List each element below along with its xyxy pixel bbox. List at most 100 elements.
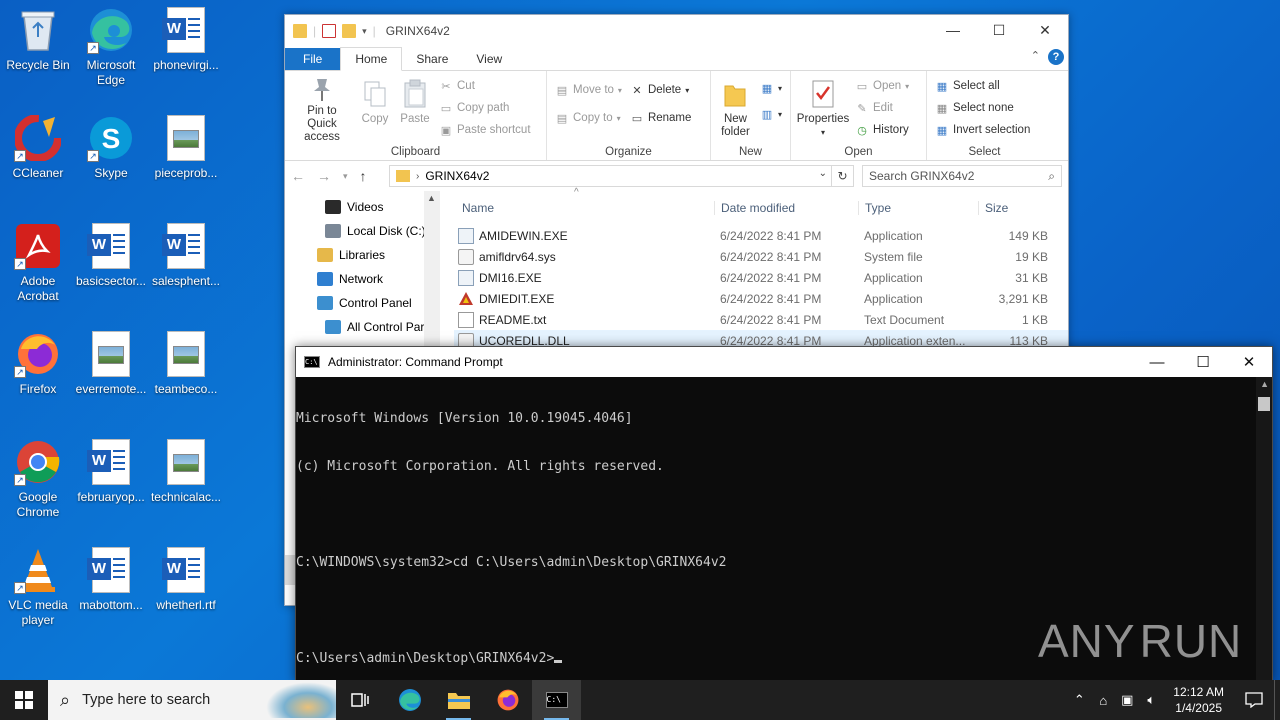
nav-item-videos[interactable]: Videos [285, 195, 440, 219]
maximize-button[interactable]: ☐ [976, 15, 1022, 45]
select-all-button[interactable]: ▦ Select all [935, 77, 1030, 95]
desktop-icon-image-doc[interactable]: everremote... [73, 330, 149, 397]
nav-item-network[interactable]: Network [285, 267, 440, 291]
copy-path-button[interactable]: ▭ Copy path [439, 99, 531, 117]
back-arrow-icon[interactable]: ← [291, 168, 305, 184]
desktop-icon-word-doc[interactable]: W phonevirgi... [148, 6, 224, 73]
desktop-icon-image-doc[interactable]: teambeco... [148, 330, 224, 397]
desktop-icon-vlc[interactable]: ↗ VLC media player [0, 546, 76, 628]
refresh-icon[interactable]: ↻ [831, 166, 853, 186]
tab-view[interactable]: View [462, 48, 516, 70]
desktop-icon-word-doc[interactable]: W whetherl.rtf [148, 546, 224, 613]
forward-arrow-icon[interactable]: → [317, 168, 331, 184]
search-input[interactable]: Search GRINX64v2 ⌕ [862, 165, 1062, 187]
start-button[interactable] [0, 680, 48, 720]
desktop-icon-word-doc[interactable]: W februaryop... [73, 438, 149, 505]
desktop-icon-word-doc[interactable]: W basicsector... [73, 222, 149, 289]
file-row[interactable]: AMIDEWIN.EXE 6/24/2022 8:41 PM Applicati… [454, 225, 1068, 246]
minimize-button[interactable]: — [930, 15, 976, 45]
tab-home[interactable]: Home [340, 47, 403, 71]
maximize-button[interactable]: ☐ [1180, 347, 1226, 377]
edit-button[interactable]: ✎ Edit [855, 99, 909, 117]
recent-locations-icon[interactable]: ▾ [343, 168, 348, 184]
new-item-button[interactable]: ▦ ▾ [760, 79, 782, 97]
taskbar-command-prompt-button[interactable]: C:\ [532, 680, 581, 720]
collapse-ribbon-icon[interactable]: ⌃ [1031, 49, 1040, 62]
scroll-up-icon[interactable]: ▲ [427, 193, 436, 203]
volume-icon[interactable]: 🔈︎ [1139, 692, 1163, 708]
desktop-icon-recycle-bin[interactable]: Recycle Bin [0, 6, 76, 73]
tab-share[interactable]: Share [402, 48, 462, 70]
properties-button[interactable]: Properties ▾ [795, 75, 851, 142]
nav-item-local-disk[interactable]: Local Disk (C:) [285, 219, 440, 243]
copy-button[interactable]: Copy [355, 75, 395, 142]
desktop-icon-firefox[interactable]: ↗ Firefox [0, 330, 76, 397]
nav-item-libraries[interactable]: Libraries [285, 243, 440, 267]
invert-selection-button[interactable]: ▦ Invert selection [935, 121, 1031, 139]
history-button[interactable]: ◷ History [855, 121, 909, 139]
group-label: Open [844, 146, 873, 158]
taskbar-firefox-button[interactable] [483, 680, 532, 720]
desktop-icon-word-doc[interactable]: W salesphent... [148, 222, 224, 289]
console-scrollbar[interactable]: ▲ [1256, 377, 1272, 683]
show-desktop-button[interactable] [1274, 680, 1280, 720]
clock[interactable]: 12:12 AM 1/4/2025 [1163, 684, 1234, 716]
move-to-button[interactable]: ▤ Move to ▾ [555, 81, 622, 99]
file-row[interactable]: amifldrv64.sys 6/24/2022 8:41 PM System … [454, 246, 1068, 267]
customize-toolbar-icon[interactable]: ▾ [362, 26, 367, 37]
desktop-icon-skype[interactable]: S ↗ Skype [73, 114, 149, 181]
new-folder-icon[interactable] [342, 24, 357, 38]
desktop-icon-ccleaner[interactable]: ↗ CCleaner [0, 114, 76, 181]
file-row[interactable]: DMIEDIT.EXE 6/24/2022 8:41 PM Applicatio… [454, 288, 1068, 309]
cut-button[interactable]: ✂ Cut [439, 77, 531, 95]
scroll-up-icon[interactable]: ▲ [1260, 379, 1269, 389]
open-button[interactable]: ▭ Open ▾ [855, 77, 909, 95]
desktop-icon-adobe-acrobat[interactable]: ↗ Adobe Acrobat [0, 222, 76, 304]
nav-item-control-panel[interactable]: Control Panel [285, 291, 440, 315]
paste-shortcut-button[interactable]: ▣ Paste shortcut [439, 121, 531, 139]
address-bar[interactable]: › GRINX64v2 ⌄ ↻ [389, 165, 854, 187]
explorer-titlebar[interactable]: | ▾ | GRINX64v2 — ☐ ✕ [285, 15, 1068, 47]
task-view-button[interactable] [336, 680, 385, 720]
paste-button[interactable]: Paste [395, 75, 435, 142]
help-icon[interactable]: ? [1048, 49, 1064, 65]
desktop-icon-microsoft-edge[interactable]: ↗ Microsoft Edge [73, 6, 149, 88]
notification-center-button[interactable] [1234, 692, 1274, 708]
tab-file[interactable]: File [285, 48, 341, 70]
desktop-icon-word-doc[interactable]: W mabottom... [73, 546, 149, 613]
breadcrumb-current[interactable]: GRINX64v2 [425, 169, 489, 183]
taskbar-edge-button[interactable] [385, 680, 434, 720]
properties-icon[interactable] [322, 24, 337, 38]
column-name[interactable]: Name [454, 201, 714, 215]
network-icon[interactable]: ▣ [1115, 692, 1139, 708]
new-folder-button[interactable]: New folder [715, 75, 756, 142]
desktop-icon-image-doc[interactable]: pieceprob... [148, 114, 224, 181]
file-row[interactable]: DMI16.EXE 6/24/2022 8:41 PM Application … [454, 267, 1068, 288]
taskbar-file-explorer-button[interactable] [434, 680, 483, 720]
file-row[interactable]: README.txt 6/24/2022 8:41 PM Text Docume… [454, 309, 1068, 330]
up-arrow-icon[interactable]: ↑ [360, 168, 367, 184]
delete-button[interactable]: ✕ Delete ▾ [630, 81, 691, 99]
pin-to-quick-access-button[interactable]: Pin to Quick access [289, 75, 355, 143]
column-date-modified[interactable]: Date modified [714, 201, 858, 215]
close-button[interactable]: ✕ [1226, 347, 1272, 377]
column-size[interactable]: Size [978, 201, 1054, 215]
show-hidden-icons-icon[interactable]: ⌃ [1067, 692, 1091, 708]
select-none-button[interactable]: ▦ Select none [935, 99, 1030, 117]
column-type[interactable]: Type [858, 201, 978, 215]
easy-access-button[interactable]: ▥ ▾ [760, 105, 782, 123]
console-line: C:\WINDOWS\system32>cd C:\Users\admin\De… [296, 555, 727, 570]
device-icon[interactable]: ⌂ [1091, 693, 1115, 708]
copy-to-button[interactable]: ▤ Copy to ▾ [555, 109, 622, 127]
minimize-button[interactable]: — [1134, 347, 1180, 377]
desktop-icon-image-doc[interactable]: technicalac... [148, 438, 224, 505]
nav-item-all-control-panel[interactable]: All Control Par [285, 315, 440, 339]
desktop-icon-label: Firefox [19, 382, 57, 396]
cmd-titlebar[interactable]: C:\ Administrator: Command Prompt — ☐ ✕ [296, 347, 1272, 377]
address-dropdown-icon[interactable]: ⌄ [819, 168, 827, 179]
desktop-icon-google-chrome[interactable]: ↗ Google Chrome [0, 438, 76, 520]
rename-button[interactable]: ▭ Rename [630, 109, 692, 127]
close-button[interactable]: ✕ [1022, 15, 1068, 45]
scrollbar-thumb[interactable] [1258, 397, 1270, 411]
taskbar-search-input[interactable]: ⌕ Type here to search [48, 680, 336, 720]
